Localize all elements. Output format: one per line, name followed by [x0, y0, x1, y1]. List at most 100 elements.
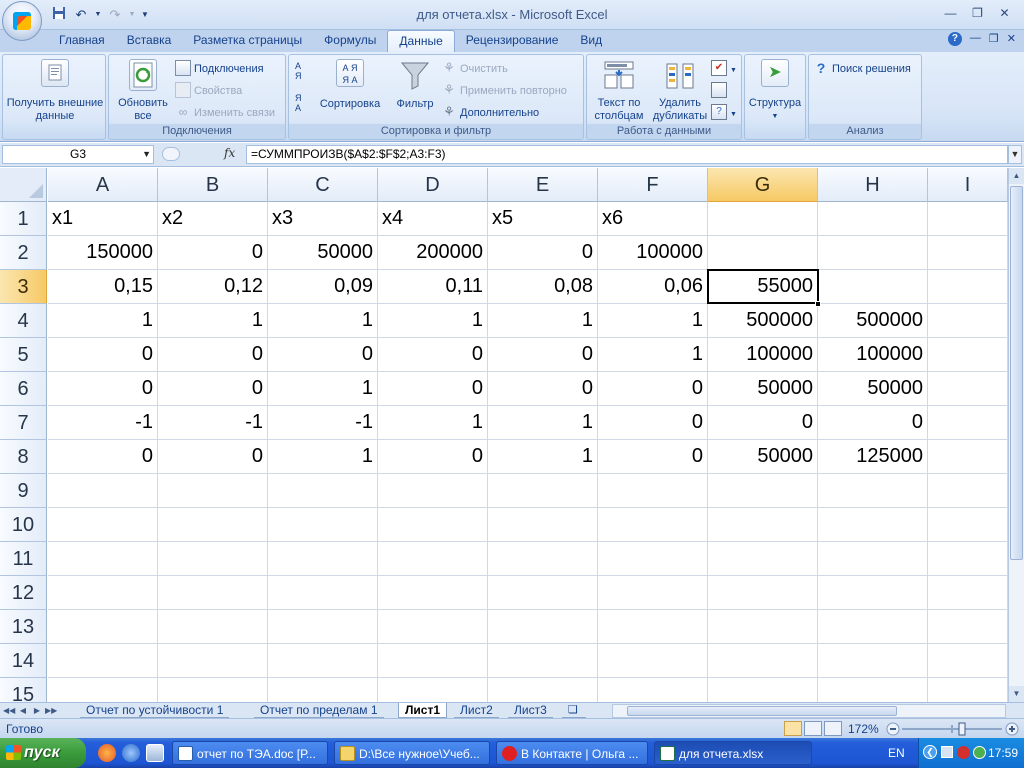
- cell-i13[interactable]: [928, 610, 1008, 644]
- cell-i7[interactable]: [928, 406, 1008, 440]
- sheet-tab-stability-report[interactable]: Отчет по устойчивости 1: [80, 703, 230, 718]
- row-header-12[interactable]: 12: [0, 576, 47, 610]
- cell-a14[interactable]: [48, 644, 158, 678]
- cell-b15[interactable]: [158, 678, 268, 702]
- cell-f10[interactable]: [598, 508, 708, 542]
- cell-a4[interactable]: 1: [48, 304, 158, 338]
- sort-button[interactable]: А ЯЯ А Сортировка: [315, 59, 385, 111]
- cell-d6[interactable]: 0: [378, 372, 488, 406]
- minimize-icon[interactable]: —: [937, 4, 964, 22]
- cell-g11[interactable]: [708, 542, 818, 576]
- insert-function-icon[interactable]: fx: [224, 146, 235, 160]
- row-header-15[interactable]: 15: [0, 678, 47, 702]
- column-header-a[interactable]: A: [48, 168, 158, 202]
- antivirus-icon[interactable]: [957, 746, 970, 759]
- cell-d10[interactable]: [378, 508, 488, 542]
- cell-h1[interactable]: [818, 202, 928, 236]
- edit-links-button[interactable]: ∞ Изменить связи: [175, 103, 275, 123]
- cell-h14[interactable]: [818, 644, 928, 678]
- cell-a5[interactable]: 0: [48, 338, 158, 372]
- row-header-6[interactable]: 6: [0, 372, 47, 406]
- column-header-e[interactable]: E: [488, 168, 598, 202]
- cell-a8[interactable]: 0: [48, 440, 158, 474]
- cell-i11[interactable]: [928, 542, 1008, 576]
- advanced-button[interactable]: ⚘ Дополнительно: [441, 103, 539, 123]
- cell-d5[interactable]: 0: [378, 338, 488, 372]
- sheet-tab-list3[interactable]: Лист3: [508, 703, 553, 718]
- page-break-view-icon[interactable]: [824, 721, 842, 736]
- taskbar-folder[interactable]: D:\Все нужное\Учеб...: [334, 741, 490, 765]
- cell-f12[interactable]: [598, 576, 708, 610]
- cell-h13[interactable]: [818, 610, 928, 644]
- sort-za-button[interactable]: ЯА: [295, 93, 311, 113]
- cell-h12[interactable]: [818, 576, 928, 610]
- row-header-11[interactable]: 11: [0, 542, 47, 576]
- column-header-c[interactable]: C: [268, 168, 378, 202]
- cell-f15[interactable]: [598, 678, 708, 702]
- cell-d2[interactable]: 200000: [378, 236, 488, 270]
- cell-f11[interactable]: [598, 542, 708, 576]
- row-header-7[interactable]: 7: [0, 406, 47, 440]
- row-header-4[interactable]: 4: [0, 304, 47, 338]
- cell-c13[interactable]: [268, 610, 378, 644]
- cell-d9[interactable]: [378, 474, 488, 508]
- row-header-10[interactable]: 10: [0, 508, 47, 542]
- next-sheet-icon[interactable]: ▶: [31, 704, 43, 717]
- cell-a2[interactable]: 150000: [48, 236, 158, 270]
- select-all-button[interactable]: [0, 168, 47, 202]
- cell-e14[interactable]: [488, 644, 598, 678]
- cell-b1[interactable]: x2: [158, 202, 268, 236]
- connections-button[interactable]: Подключения: [175, 59, 264, 79]
- cell-e15[interactable]: [488, 678, 598, 702]
- cell-b9[interactable]: [158, 474, 268, 508]
- formula-input[interactable]: =СУММПРОИЗВ($A$2:$F$2;A3:F3): [246, 145, 1008, 164]
- cell-g15[interactable]: [708, 678, 818, 702]
- cell-c2[interactable]: 50000: [268, 236, 378, 270]
- cell-c9[interactable]: [268, 474, 378, 508]
- properties-button[interactable]: Свойства: [175, 81, 242, 101]
- cell-e2[interactable]: 0: [488, 236, 598, 270]
- column-header-i[interactable]: I: [928, 168, 1008, 202]
- workbook-restore-icon[interactable]: ❐: [989, 32, 999, 46]
- column-header-h[interactable]: H: [818, 168, 928, 202]
- cell-b12[interactable]: [158, 576, 268, 610]
- tab-review[interactable]: Рецензирование: [455, 30, 570, 52]
- show-desktop-icon[interactable]: [146, 744, 164, 762]
- row-header-13[interactable]: 13: [0, 610, 47, 644]
- first-sheet-icon[interactable]: ◀◀: [3, 704, 15, 717]
- vertical-scrollbar[interactable]: ▲ ▼: [1008, 168, 1024, 702]
- tab-data[interactable]: Данные: [387, 30, 455, 53]
- office-button[interactable]: [2, 1, 42, 41]
- cell-f2[interactable]: 100000: [598, 236, 708, 270]
- tab-home[interactable]: Главная: [48, 30, 116, 52]
- workbook-close-icon[interactable]: ✕: [1007, 32, 1016, 46]
- what-if-button[interactable]: ? ▼: [711, 103, 737, 123]
- cell-c14[interactable]: [268, 644, 378, 678]
- taskbar-excel[interactable]: для отчета.xlsx: [654, 741, 812, 765]
- formula-bar-splitter-icon[interactable]: [162, 147, 180, 161]
- mail-quicklaunch-icon[interactable]: [122, 744, 140, 762]
- cell-i10[interactable]: [928, 508, 1008, 542]
- cell-c7[interactable]: -1: [268, 406, 378, 440]
- normal-view-icon[interactable]: [784, 721, 802, 736]
- cell-e9[interactable]: [488, 474, 598, 508]
- cell-e4[interactable]: 1: [488, 304, 598, 338]
- cell-g13[interactable]: [708, 610, 818, 644]
- tray-collapse-icon[interactable]: ❮: [923, 745, 937, 759]
- outline-button[interactable]: ➤ Структура ▼: [747, 59, 803, 123]
- expand-formula-bar-icon[interactable]: ▼: [1008, 145, 1022, 164]
- cell-b3[interactable]: 0,12: [158, 270, 268, 304]
- cell-a9[interactable]: [48, 474, 158, 508]
- cell-i8[interactable]: [928, 440, 1008, 474]
- cell-h10[interactable]: [818, 508, 928, 542]
- cell-a13[interactable]: [48, 610, 158, 644]
- cell-d4[interactable]: 1: [378, 304, 488, 338]
- cell-i1[interactable]: [928, 202, 1008, 236]
- row-header-2[interactable]: 2: [0, 236, 47, 270]
- cell-i6[interactable]: [928, 372, 1008, 406]
- cell-e12[interactable]: [488, 576, 598, 610]
- cell-d15[interactable]: [378, 678, 488, 702]
- cell-g9[interactable]: [708, 474, 818, 508]
- refresh-all-button[interactable]: Обновить все: [111, 59, 175, 123]
- cell-b5[interactable]: 0: [158, 338, 268, 372]
